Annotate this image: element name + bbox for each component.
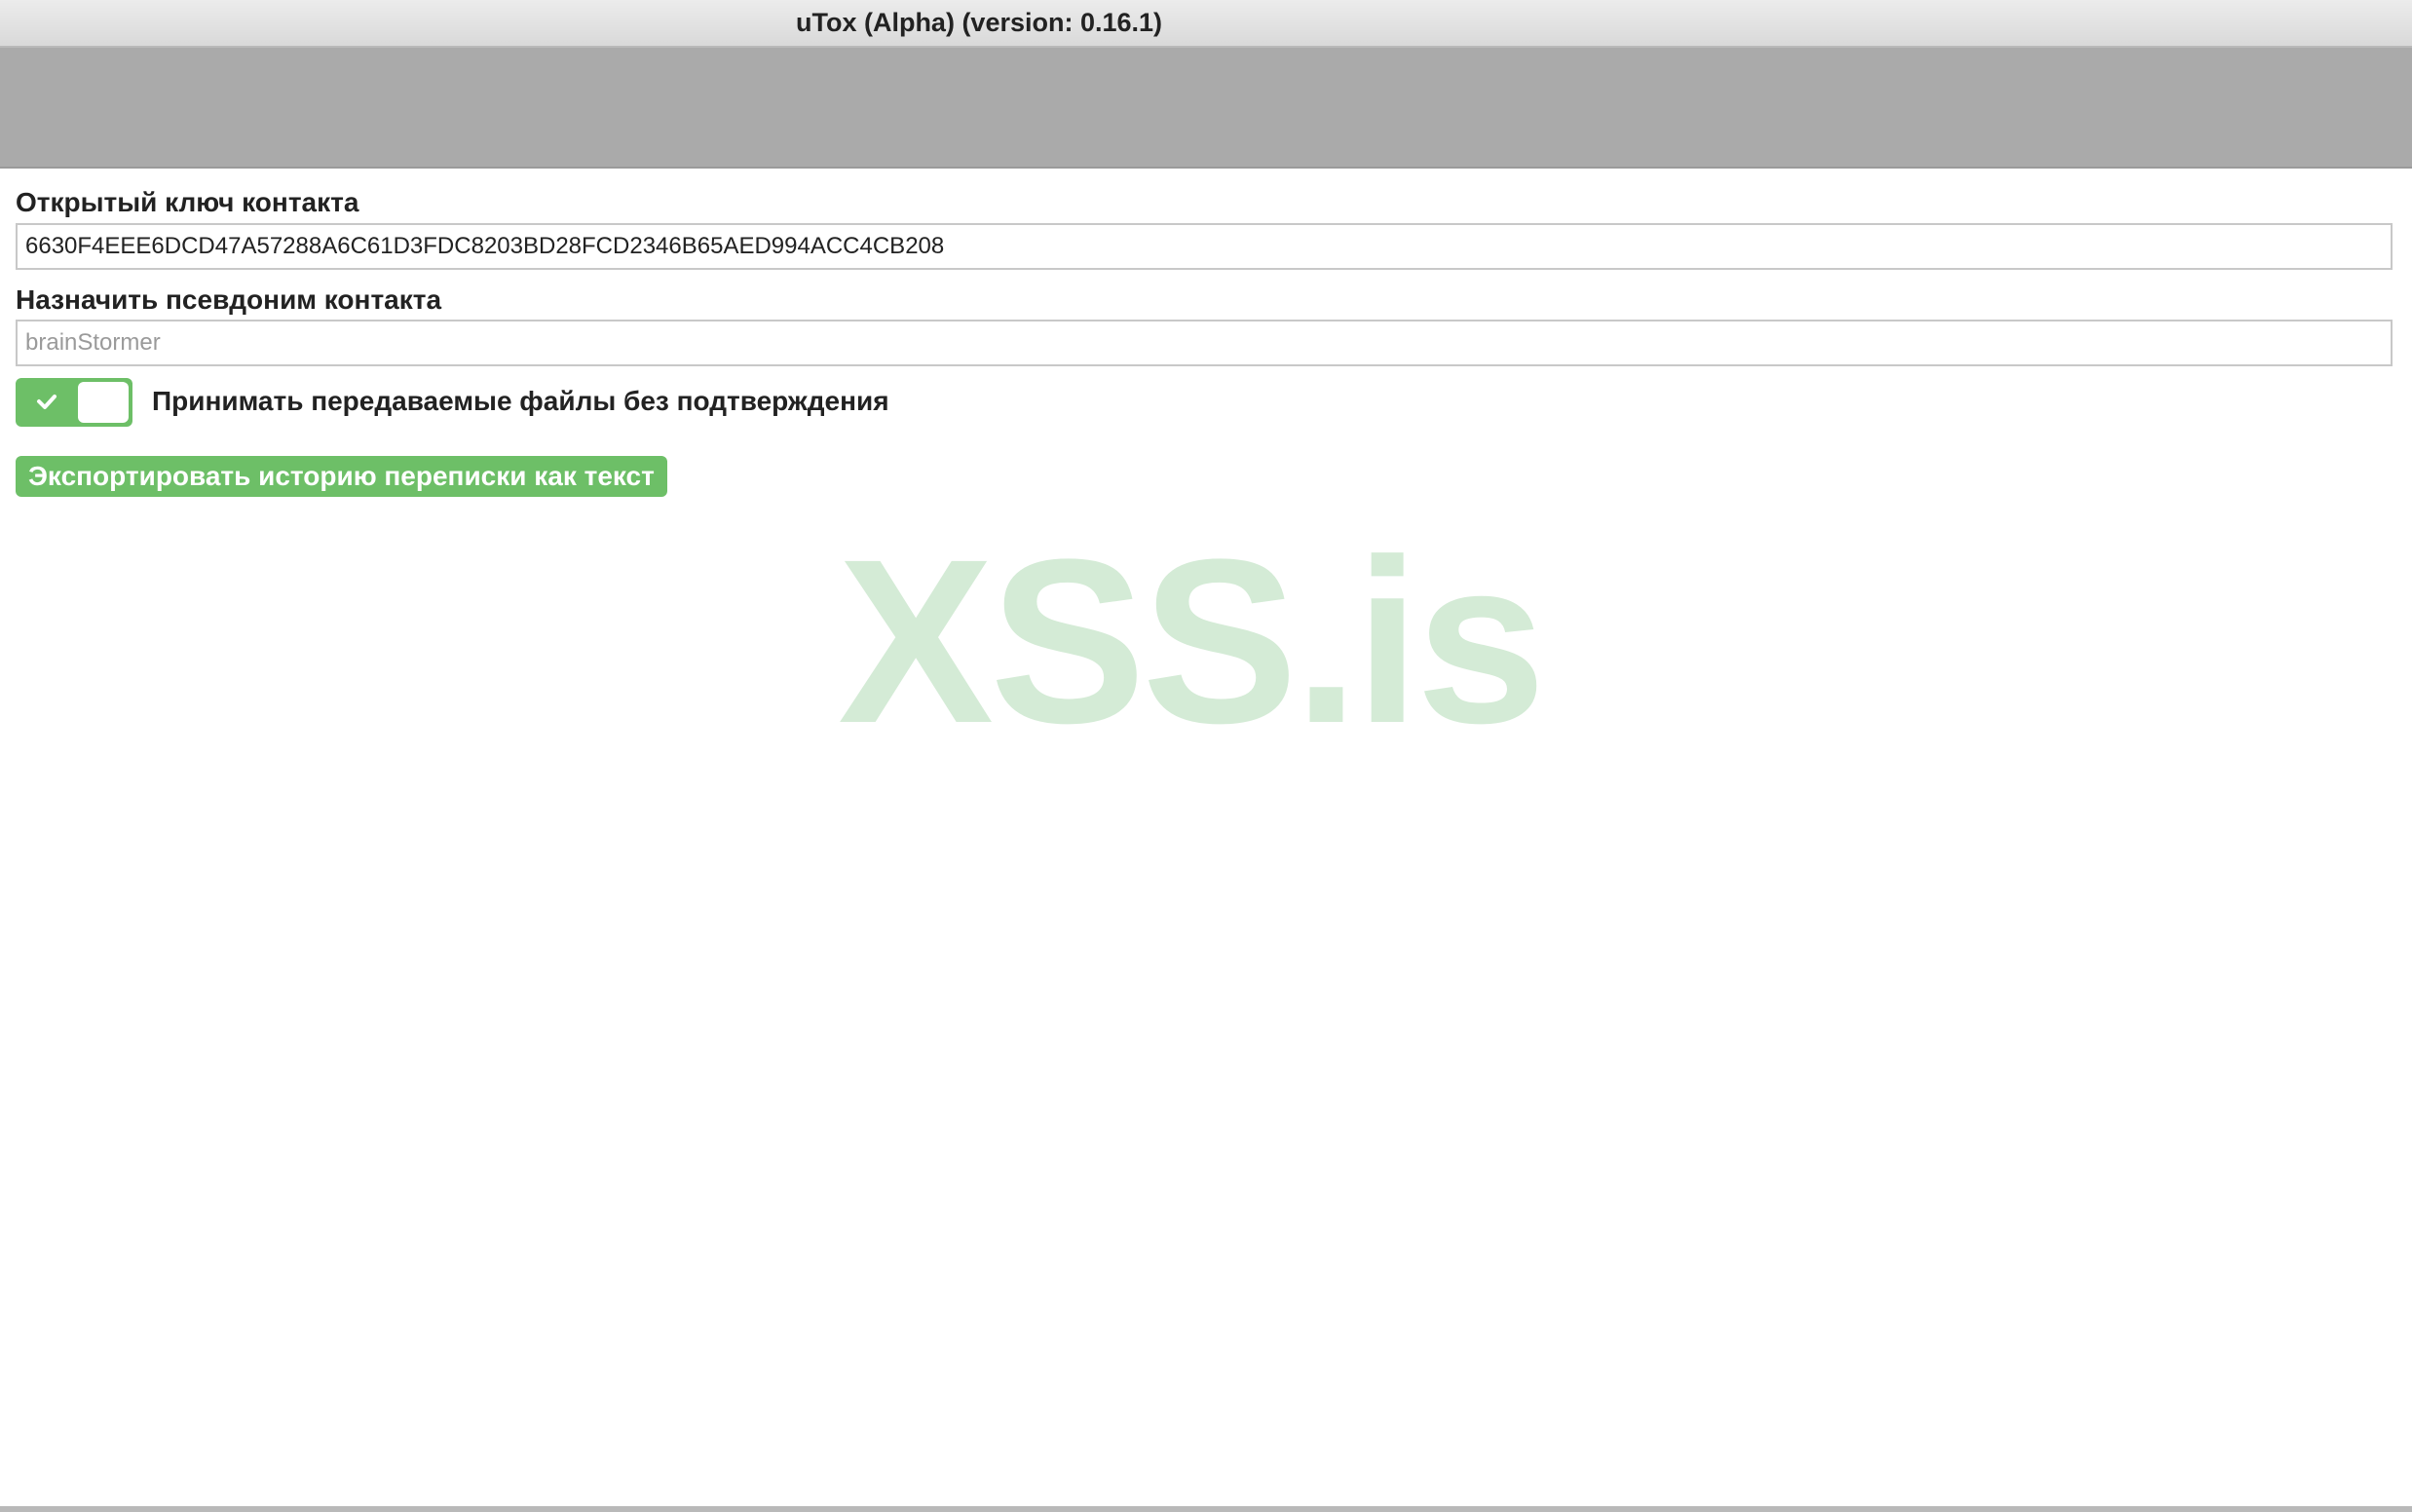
public-key-input[interactable] xyxy=(16,223,2393,270)
public-key-label: Открытый ключ контакта xyxy=(16,187,359,217)
title-bar[interactable]: uTox (Alpha) (version: 0.16.1) xyxy=(0,0,2412,48)
contact-header-band xyxy=(0,48,2412,169)
auto-accept-toggle[interactable] xyxy=(16,378,132,427)
check-icon xyxy=(37,395,57,409)
watermark-logo: XSS.is xyxy=(838,510,1546,772)
window-title: uTox (Alpha) (version: 0.16.1) xyxy=(795,8,1163,37)
contact-settings-window: uTox (Alpha) (version: 0.16.1) Открытый … xyxy=(0,0,2412,1512)
auto-accept-label: Принимать передаваемые файлы без подтвер… xyxy=(152,386,889,416)
alias-label: Назначить псевдоним контакта xyxy=(16,284,442,315)
window-bottom-border xyxy=(0,1506,2412,1512)
export-history-button[interactable]: Экспортировать историю переписки как тек… xyxy=(16,456,667,497)
toggle-knob xyxy=(78,382,129,423)
alias-input[interactable] xyxy=(16,320,2393,366)
